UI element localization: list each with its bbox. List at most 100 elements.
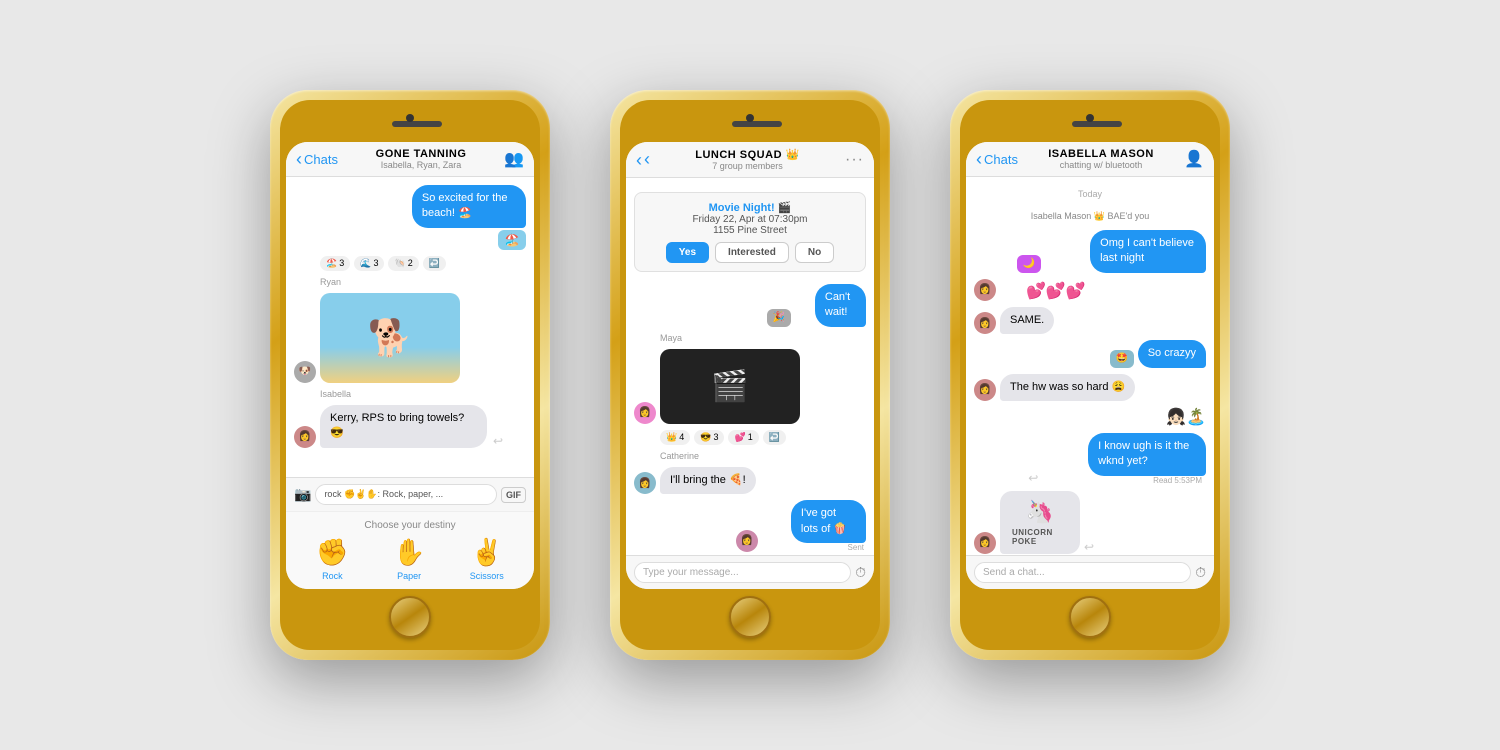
bubble: So excited for the beach! 🏖️ [412, 185, 526, 228]
table-row: 👩 The hw was so hard 😩 [974, 374, 1206, 401]
bubble: I know ugh is it the wknd yet? [1088, 433, 1206, 476]
back-button-1[interactable]: Chats [296, 150, 338, 168]
game-panel: Choose your destiny ✊ Rock ✋ Paper [286, 511, 534, 589]
paper-button[interactable]: ✋ Paper [393, 537, 425, 581]
avatar: 👩 [974, 379, 996, 401]
profile-icon-3[interactable]: 👤 [1184, 149, 1204, 169]
table-row: 👩 🎬 [634, 349, 866, 424]
no-button[interactable]: No [795, 242, 834, 263]
nav-title-1: GONE TANNING [338, 148, 504, 160]
nav-subtitle-1: Isabella, Ryan, Zara [338, 160, 504, 170]
home-button-3[interactable] [1069, 596, 1111, 638]
table-row: I know ugh is it the wknd yet? Read 5:53… [974, 433, 1206, 485]
interested-button[interactable]: Interested [715, 242, 789, 263]
timer-icon-3[interactable]: ⏱ [1195, 564, 1206, 581]
rps-input[interactable]: rock ✊✌️✋: Rock, paper, ... [315, 484, 497, 505]
hearts-row: 💕💕💕 [1026, 281, 1086, 301]
date-label: Today [974, 189, 1206, 199]
game-buttons: ✊ Rock ✋ Paper ✌️ Scissors [294, 537, 526, 581]
reply-icon[interactable]: ↩ [1028, 471, 1038, 485]
messages-3: Today Isabella Mason 👑 BAE'd you Omg I c… [966, 177, 1214, 555]
reaction-pill[interactable]: ↩️ [423, 256, 446, 271]
phone-3-top-bar [966, 106, 1214, 142]
table-row: So excited for the beach! 🏖️ 🏖️ [294, 185, 526, 250]
dots-menu[interactable]: ··· [845, 151, 864, 169]
nav-subtitle-3: chatting w/ bluetooth [1018, 160, 1184, 170]
rock-emoji: ✊ [316, 537, 348, 568]
bubble: I'll bring the 🍕! [660, 467, 756, 494]
event-date: Friday 22, Apr at 07:30pm [643, 214, 857, 225]
avatar: 👩 [974, 532, 996, 554]
home-button-1[interactable] [389, 596, 431, 638]
speaker-grill-2 [732, 121, 782, 127]
movie-image: 🎬 [660, 349, 800, 424]
bubble: Omg I can't believe last night [1090, 230, 1206, 273]
phone-1-screen: Chats GONE TANNING Isabella, Ryan, Zara … [286, 142, 534, 589]
scissors-button[interactable]: ✌️ Scissors [470, 537, 504, 581]
unicorn-label: UNICORN POKE [1012, 528, 1068, 546]
event-address: 1155 Pine Street [643, 225, 857, 236]
reaction-pill[interactable]: 🐚 2 [388, 256, 418, 271]
game-label: Choose your destiny [294, 520, 526, 531]
timer-icon-2[interactable]: ⏱ [855, 564, 866, 581]
unicorn-poke: 🦄 UNICORN POKE [1000, 491, 1080, 554]
camera-dot-2 [746, 114, 754, 122]
sender-label: Maya [660, 333, 866, 343]
table-row: 👩 SAME. [974, 307, 1206, 334]
sender-label: Ryan [320, 277, 526, 287]
phone-2-screen: ‹ LUNCH SQUAD 👑 7 group members ··· Movi… [626, 142, 874, 589]
back-button-3[interactable]: Chats [976, 150, 1018, 168]
avatar: 🐶 [294, 361, 316, 383]
group-icon-1[interactable]: 👥 [504, 149, 524, 169]
table-row: So crazyy 🤩 [974, 340, 1206, 367]
speaker-grill-3 [1072, 121, 1122, 127]
reaction-pill[interactable]: 🏖️ 3 [320, 256, 350, 271]
table-row: 👩 🦄 UNICORN POKE ↩ [974, 491, 1206, 554]
nav-bar-1: Chats GONE TANNING Isabella, Ryan, Zara … [286, 142, 534, 177]
reaction-row: 🏖️ 3 🌊 3 🐚 2 ↩️ [320, 256, 526, 271]
message-input-3[interactable]: Send a chat... [974, 562, 1191, 583]
home-button-2[interactable] [729, 596, 771, 638]
phone-2-bottom [626, 589, 874, 644]
bubble: The hw was so hard 😩 [1000, 374, 1135, 401]
rock-button[interactable]: ✊ Rock [316, 537, 348, 581]
avatar: 👩 [634, 402, 656, 424]
event-card: Movie Night! 🎬 Friday 22, Apr at 07:30pm… [634, 192, 866, 272]
avatar: 👩 [974, 279, 996, 301]
camera-icon[interactable]: 📷 [294, 486, 311, 503]
reaction-pill[interactable]: 💕 1 [728, 430, 758, 445]
back-button-2[interactable]: ‹ [636, 149, 650, 170]
bubble: Kerry, RPS to bring towels? 😎 [320, 405, 487, 448]
reply-icon[interactable]: ↩ [1084, 540, 1094, 554]
message-input-2[interactable]: Type your message... [634, 562, 851, 583]
reaction-pill[interactable]: ↩️ [763, 430, 786, 445]
nav-bar-2: ‹ LUNCH SQUAD 👑 7 group members ··· [626, 142, 874, 178]
table-row: 👧🏻🏝️ [974, 407, 1206, 427]
gif-button[interactable]: GIF [501, 487, 526, 503]
messages-1: So excited for the beach! 🏖️ 🏖️ 🏖️ 3 🌊 3… [286, 177, 534, 477]
bubble: So crazyy [1138, 340, 1206, 367]
event-buttons: Yes Interested No [643, 242, 857, 263]
rock-label: Rock [322, 571, 343, 581]
bubble: Can't wait! [815, 284, 866, 327]
avatar: 👩 [974, 312, 996, 334]
yes-button[interactable]: Yes [666, 242, 709, 263]
sticker-row: 👧🏻🏝️ [1166, 407, 1206, 427]
scissors-emoji: ✌️ [471, 537, 503, 568]
reaction-pill[interactable]: 😎 3 [694, 430, 724, 445]
sticker: 🏖️ [498, 230, 526, 250]
sticker-sm: 🎉 [767, 309, 791, 327]
input-bar-3: Send a chat... ⏱ [966, 555, 1214, 589]
reaction-pill[interactable]: 🌊 3 [354, 256, 384, 271]
nav-subtitle-2: 7 group members [650, 161, 845, 171]
table-row: 👩 💕💕💕 [974, 279, 1206, 301]
table-row: I've got lots of 🍿 Sent 👩 [634, 500, 866, 552]
phone-1-top-bar [286, 106, 534, 142]
sticker-sm: 🤩 [1110, 350, 1134, 368]
reply-icon[interactable]: ↩ [493, 434, 503, 448]
sender-label: Isabella [320, 389, 526, 399]
input-bar-2: Type your message... ⏱ [626, 555, 874, 589]
reaction-pill[interactable]: 👑 4 [660, 430, 690, 445]
system-msg: Isabella Mason 👑 BAE'd you [974, 211, 1206, 222]
paper-emoji: ✋ [393, 537, 425, 568]
